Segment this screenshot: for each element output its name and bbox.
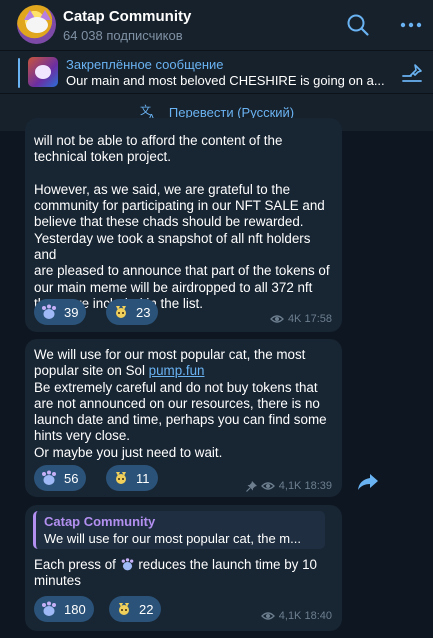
message-text: We will use for our most popular cat, th… <box>34 347 336 461</box>
pinned-message-bar[interactable]: Закреплённое сообщение Our main and most… <box>0 50 433 93</box>
views-eye-icon <box>270 315 284 323</box>
message-text: Each press of reduces the launch time by… <box>34 557 336 590</box>
message-text-part: Each press of <box>34 557 120 572</box>
message-time: 17:58 <box>304 313 332 325</box>
views-eye-icon <box>260 482 275 490</box>
pump-fun-link[interactable]: pump.fun <box>149 363 205 378</box>
cat-paw-emoji-icon <box>42 470 56 485</box>
sparkle-cat-emoji-icon <box>116 306 126 318</box>
more-options-icon[interactable] <box>398 12 424 38</box>
reply-text: We will use for our most popular cat, th… <box>44 531 301 546</box>
subscriber-count: 64 038 подписчиков <box>63 28 183 43</box>
message-bubble[interactable]: Catap Community We will use for our most… <box>25 505 342 631</box>
reaction-count: 11 <box>136 470 150 486</box>
view-count: 4,1K <box>278 480 302 492</box>
pinned-text: Our main and most beloved CHESHIRE is go… <box>66 73 385 88</box>
reaction-count: 22 <box>139 601 154 617</box>
sparkle-cat-emoji-icon <box>119 603 129 615</box>
reaction-button[interactable]: 23 <box>106 299 159 325</box>
chat-header[interactable]: Catap Community 64 038 подписчиков <box>0 0 433 50</box>
avatar-face <box>26 17 48 33</box>
reply-author: Catap Community <box>44 514 156 529</box>
view-count: 4K <box>287 313 302 325</box>
reply-preview[interactable]: Catap Community We will use for our most… <box>33 511 325 549</box>
message-meta: 4K 17:58 <box>270 313 332 325</box>
share-forward-icon[interactable] <box>356 470 380 494</box>
reaction-count: 56 <box>64 470 79 486</box>
message-meta: 4,1K 18:39 <box>245 480 332 492</box>
reaction-button[interactable]: 56 <box>34 465 87 491</box>
message-text-part: Be extremely careful and do not buy toke… <box>34 379 327 460</box>
reaction-button[interactable]: 22 <box>109 596 162 622</box>
channel-avatar[interactable] <box>17 5 56 44</box>
cat-paw-emoji-icon <box>121 558 133 571</box>
pinned-indicator <box>18 58 20 88</box>
message-text: will not be able to afford the content o… <box>34 133 330 311</box>
message-time: 18:40 <box>304 610 332 622</box>
reaction-count: 23 <box>136 304 151 320</box>
pinned-thumbnail <box>28 57 58 87</box>
cat-paw-emoji-icon <box>42 304 56 319</box>
channel-title[interactable]: Catap Community <box>63 8 191 25</box>
reaction-count: 39 <box>64 304 79 320</box>
sparkle-cat-emoji-icon <box>116 472 126 484</box>
message-meta: 4,1K 18:40 <box>260 610 332 622</box>
pinned-pin-icon <box>245 480 257 492</box>
pinned-title: Закреплённое сообщение <box>66 57 224 72</box>
pinned-list-icon[interactable] <box>401 62 423 84</box>
reaction-button[interactable]: 11 <box>106 465 158 491</box>
reaction-button[interactable]: 180 <box>34 596 94 622</box>
views-eye-icon <box>260 612 275 620</box>
reaction-button[interactable]: 39 <box>34 299 87 325</box>
message-bubble[interactable]: will not be able to afford the content o… <box>25 118 342 332</box>
cat-paw-emoji-icon <box>42 601 56 616</box>
search-icon[interactable] <box>345 12 371 38</box>
message-bubble[interactable]: We will use for our most popular cat, th… <box>25 339 342 497</box>
view-count: 4,1K <box>278 610 302 622</box>
reaction-count: 180 <box>64 601 86 617</box>
message-time: 18:39 <box>304 480 332 492</box>
